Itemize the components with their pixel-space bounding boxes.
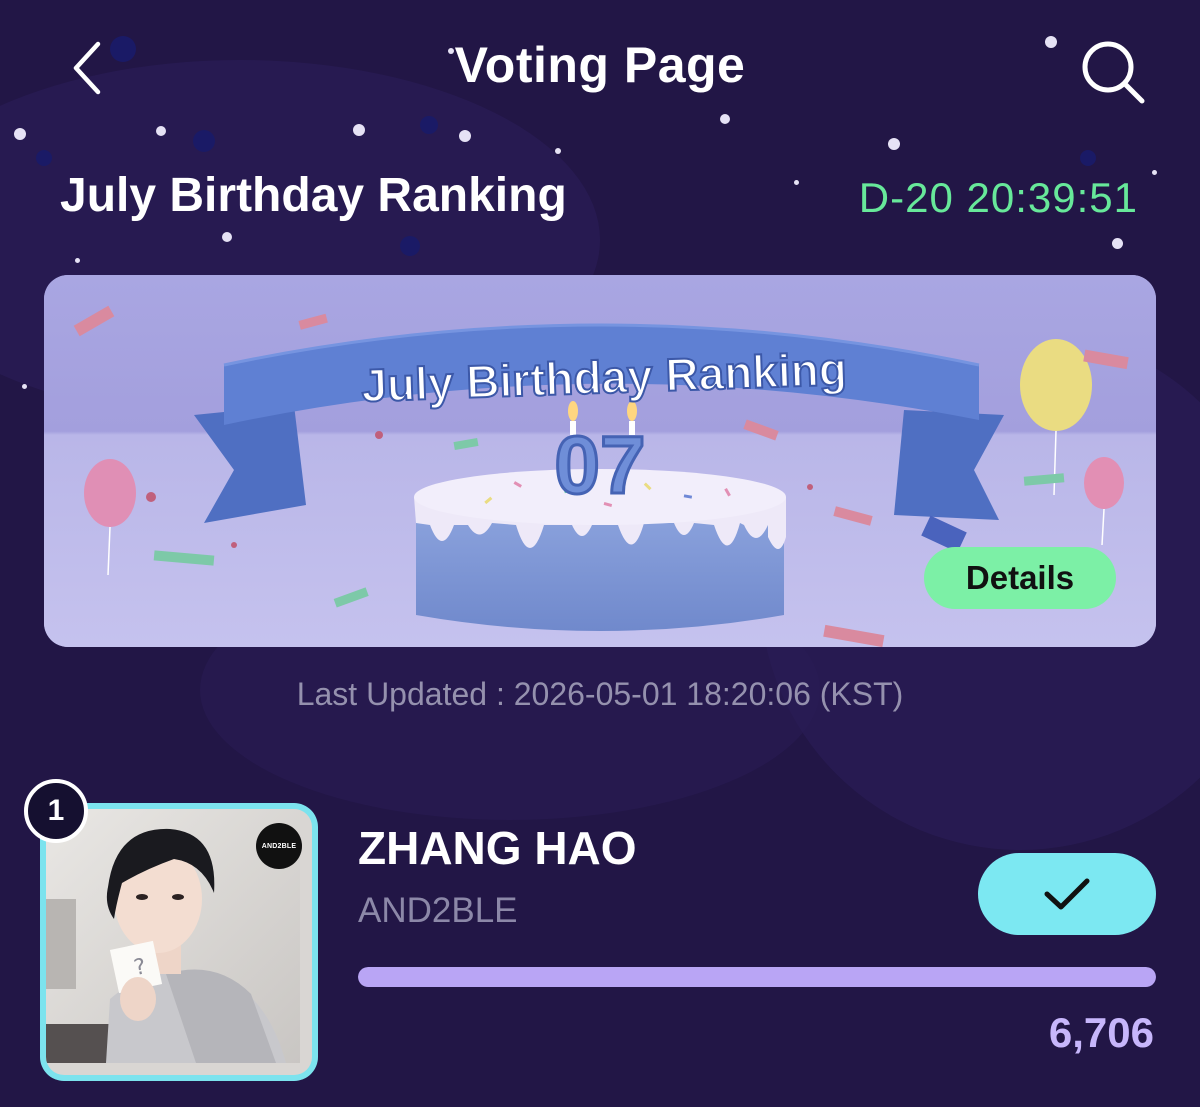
checkmark-icon — [1044, 878, 1090, 910]
artist-photo-frame[interactable]: ? AND2BLE — [40, 803, 318, 1081]
group-logo-text: AND2BLE — [261, 842, 297, 850]
countdown-timer: D-20 20:39:51 — [858, 174, 1138, 221]
vote-button[interactable] — [978, 853, 1156, 935]
artist-group: AND2BLE — [358, 891, 518, 930]
vote-progress-bar — [358, 967, 1156, 987]
details-button[interactable]: Details — [924, 547, 1116, 609]
event-banner[interactable]: July Birthday Ranking 07 Details — [44, 275, 1156, 647]
vote-progress-fill — [358, 967, 1156, 987]
search-icon — [1082, 41, 1145, 104]
cake-number: 07 — [554, 420, 645, 511]
top-bar: Voting Page — [0, 0, 1200, 140]
artist-name: ZHANG HAO — [358, 822, 637, 874]
group-logo: AND2BLE — [256, 823, 302, 869]
ranking-item[interactable]: ? AND2BLE 1 ZHANG HAO AND2BLE 6,706 — [20, 775, 1180, 1095]
rank-badge: 1 — [24, 779, 88, 843]
ranking-title: July Birthday Ranking — [60, 169, 567, 222]
vote-count: 6,706 — [1048, 1009, 1154, 1056]
artist-photo: ? AND2BLE — [46, 809, 312, 1075]
last-updated-text: Last Updated : 2026-05-01 18:20:06 (KST) — [296, 676, 904, 712]
page-title: Voting Page — [454, 37, 746, 93]
search-button[interactable] — [1068, 32, 1158, 112]
